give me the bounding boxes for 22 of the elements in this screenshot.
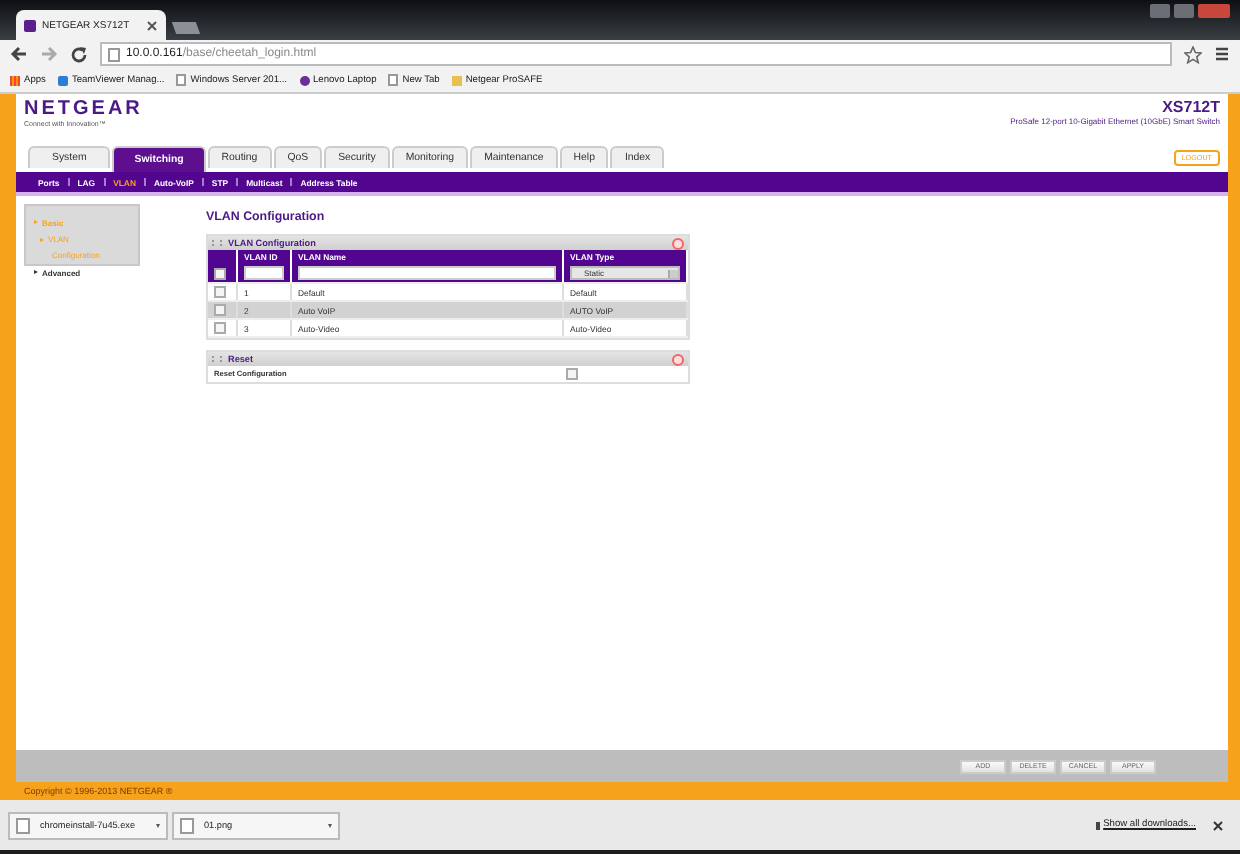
input-field[interactable] xyxy=(298,266,556,280)
help-icon[interactable] xyxy=(672,237,684,249)
help-icon[interactable] xyxy=(672,353,684,365)
minimize-button[interactable] xyxy=(1150,4,1170,18)
input-field[interactable] xyxy=(244,266,284,280)
close-icon[interactable] xyxy=(146,19,158,31)
back-icon[interactable] xyxy=(10,46,28,62)
forward-icon[interactable] xyxy=(40,46,58,62)
reload-icon[interactable] xyxy=(70,45,88,63)
netgear-favicon-icon xyxy=(24,19,36,31)
menu-icon[interactable] xyxy=(1214,46,1230,62)
maximize-button[interactable] xyxy=(1174,4,1194,18)
checkbox[interactable] xyxy=(566,368,578,380)
logo: NETGEAR xyxy=(24,98,143,120)
new-tab-button[interactable] xyxy=(171,22,201,34)
checkbox[interactable] xyxy=(214,304,226,316)
checkbox[interactable] xyxy=(214,267,226,279)
close-icon[interactable] xyxy=(1212,819,1224,831)
model-name: XS712T xyxy=(1160,98,1220,116)
checkbox[interactable] xyxy=(214,286,226,298)
star-icon[interactable] xyxy=(1184,45,1202,63)
checkbox[interactable] xyxy=(214,322,226,334)
